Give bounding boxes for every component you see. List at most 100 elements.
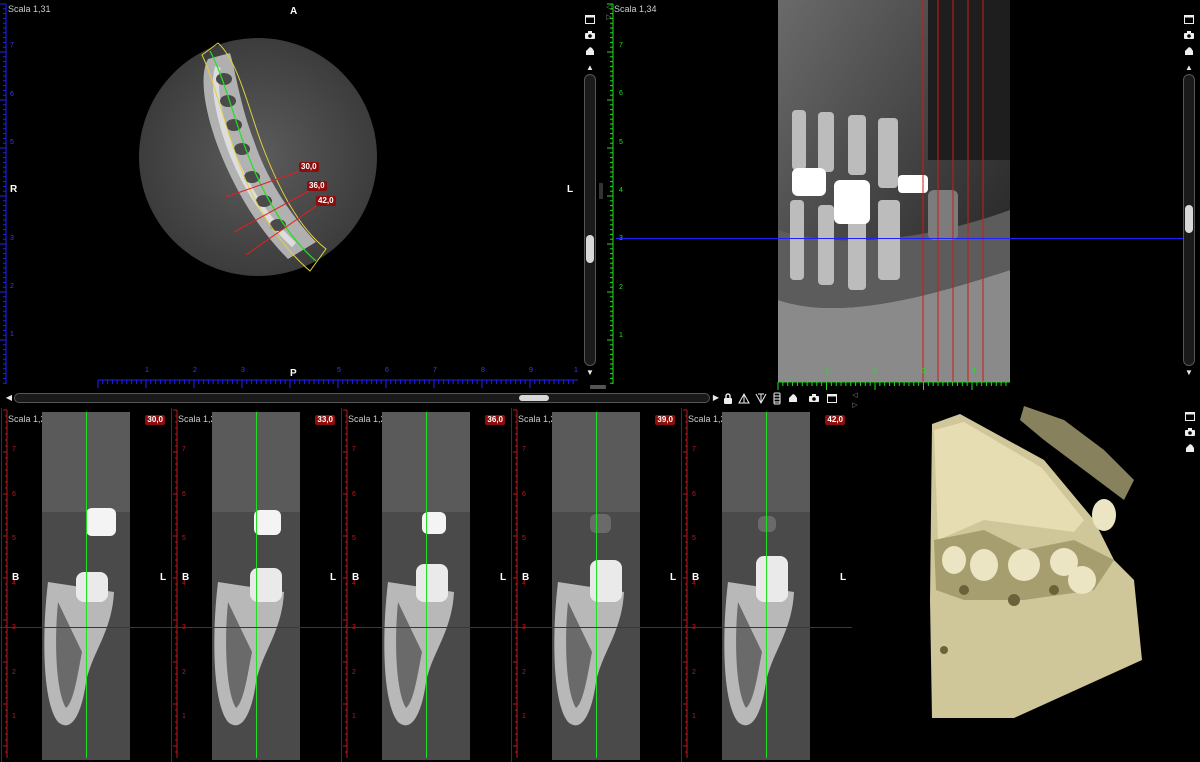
axial-view[interactable]: Scala 1,31 A P R L 7 6 5 3 2 1 1 2 3 5 6…	[0, 0, 600, 392]
cross-section-pane[interactable]: Scala 1,2230,0 7654321BL	[1, 408, 171, 762]
cross-section-orient-right: L	[500, 572, 507, 583]
window-icon[interactable]	[826, 392, 838, 404]
cross-section-v-tick: 7	[692, 446, 696, 453]
volume-3d-render[interactable]	[924, 400, 1144, 720]
panoramic-image[interactable]	[778, 0, 1010, 382]
cross-section-crosshair-v	[86, 412, 87, 758]
cross-section-v-tick: 2	[352, 668, 356, 676]
axial-orient-top: A	[290, 6, 298, 17]
cross-section-pane[interactable]: Scala 1,2233,0 7654321BL	[171, 408, 341, 762]
camera-icon[interactable]	[808, 392, 820, 404]
cross-section-orient-left: B	[692, 572, 700, 583]
scroll-right-icon[interactable]: ▶	[710, 392, 722, 404]
panoramic-scrollbar[interactable]	[1183, 74, 1195, 366]
cross-section-orient-left: B	[352, 572, 360, 583]
cross-section-scrollbar-thumb[interactable]	[519, 395, 549, 401]
cross-section-crosshair-v	[426, 412, 427, 758]
axial-ct-slice[interactable]	[138, 37, 378, 277]
panoramic-h-tick: 2	[873, 368, 877, 375]
panoramic-bottom-ruler	[777, 381, 1010, 390]
camera-icon[interactable]	[584, 29, 596, 41]
cross-section-v-tick: 5	[692, 535, 696, 542]
axial-h-tick: 7	[433, 367, 437, 374]
axial-h-tick: 3	[241, 367, 245, 374]
axial-h-tick: 5	[337, 367, 341, 374]
lock-icon[interactable]	[722, 392, 734, 404]
cross-section-position-badge: 30,0	[145, 415, 165, 425]
axial-v-tick: 3	[10, 235, 14, 242]
cross-section-v-tick: 6	[692, 490, 696, 498]
axial-h-tick: 1	[145, 367, 149, 374]
hand-icon[interactable]	[1184, 442, 1196, 454]
axial-cut-label[interactable]: 36,0	[307, 181, 327, 191]
cross-section-position-badge: 42,0	[825, 415, 845, 425]
scroll-up-icon[interactable]: ▲	[1183, 62, 1195, 74]
cross-section-ruler	[343, 409, 348, 758]
hand-icon[interactable]	[787, 392, 799, 404]
cross-section-v-tick: 6	[12, 490, 16, 498]
cross-section-v-tick: 7	[352, 446, 356, 453]
panoramic-crosshair-h	[616, 238, 1186, 239]
scroll-down-icon[interactable]: ▼	[1183, 367, 1195, 379]
resize-grip-icon[interactable]	[598, 182, 604, 200]
nerve-icon[interactable]	[771, 392, 783, 404]
cross-section-v-tick: 1	[692, 713, 696, 720]
cross-section-v-tick: 6	[522, 490, 526, 498]
axial-h-tick: 2	[193, 367, 197, 374]
volume-3d-view[interactable]	[858, 396, 1200, 762]
hand-icon[interactable]	[1183, 45, 1195, 57]
panoramic-v-tick: 6	[619, 90, 623, 97]
maximize-icon[interactable]	[1183, 13, 1195, 25]
maximize-icon[interactable]	[1184, 410, 1196, 422]
cross-section-orient-right: L	[840, 572, 847, 583]
cross-section-v-tick: 7	[12, 446, 16, 453]
splitter-grip[interactable]	[590, 385, 606, 389]
camera-icon[interactable]	[1183, 29, 1195, 41]
panoramic-view[interactable]: Scala 1,34 7 6 5 4 3 2 1	[606, 0, 1200, 392]
cross-section-v-tick: 1	[182, 713, 186, 720]
cross-section-v-tick: 2	[522, 668, 526, 676]
implant-icon[interactable]	[755, 392, 767, 404]
measure-icon[interactable]	[738, 392, 750, 404]
cross-section-v-tick: 5	[352, 535, 356, 542]
cross-section-orient-right: L	[670, 572, 677, 583]
cross-section-pane[interactable]: Scala 1,2239,0 7654321BL	[511, 408, 681, 762]
cross-section-orient-right: L	[330, 572, 337, 583]
cross-section-pane[interactable]: Scala 1,2242,0 7654321BL	[681, 408, 851, 762]
panoramic-v-tick: 2	[619, 284, 623, 291]
axial-scrollbar-thumb[interactable]	[586, 235, 594, 263]
panoramic-v-tick: 4	[619, 187, 623, 194]
cross-sections-panel[interactable]: Scala 1,2230,0 7654321BLScala 1,2233,0 7…	[0, 408, 855, 762]
panoramic-scrollbar-thumb[interactable]	[1185, 205, 1193, 233]
cross-section-orient-left: B	[182, 572, 190, 583]
axial-left-ruler	[0, 3, 7, 384]
axial-cut-label[interactable]: 42,0	[316, 196, 336, 206]
panoramic-h-tick: 3	[922, 368, 926, 375]
cross-section-position-badge: 33,0	[315, 415, 335, 425]
camera-icon[interactable]	[1184, 426, 1196, 438]
scroll-down-icon[interactable]: ▼	[584, 367, 596, 379]
panoramic-left-ruler	[607, 3, 614, 384]
cross-section-orient-left: B	[522, 572, 530, 583]
cross-section-v-tick: 2	[12, 668, 16, 676]
cross-section-v-tick: 2	[692, 668, 696, 676]
axial-cut-label[interactable]: 30,0	[299, 162, 319, 172]
panoramic-v-tick: 5	[619, 139, 623, 146]
axial-v-tick: 7	[10, 42, 14, 49]
axial-scrollbar[interactable]	[584, 74, 596, 366]
scroll-up-icon[interactable]: ▲	[584, 62, 596, 74]
cross-section-ruler	[173, 409, 178, 758]
cross-section-pane[interactable]: Scala 1,2836,0 7654321BL	[341, 408, 511, 762]
hand-icon[interactable]	[584, 45, 596, 57]
cross-section-ruler	[3, 409, 8, 758]
cross-section-position-badge: 36,0	[485, 415, 505, 425]
cross-section-v-tick: 6	[182, 490, 186, 498]
axial-v-tick: 5	[10, 139, 14, 146]
cross-section-position-badge: 39,0	[655, 415, 675, 425]
axial-h-tick: 9	[529, 367, 533, 374]
panoramic-h-tick: 1	[825, 368, 829, 375]
cross-section-scrollbar[interactable]	[14, 393, 710, 403]
axial-bottom-ruler	[97, 379, 578, 388]
maximize-icon[interactable]	[584, 13, 596, 25]
axial-v-tick: 6	[10, 91, 14, 98]
